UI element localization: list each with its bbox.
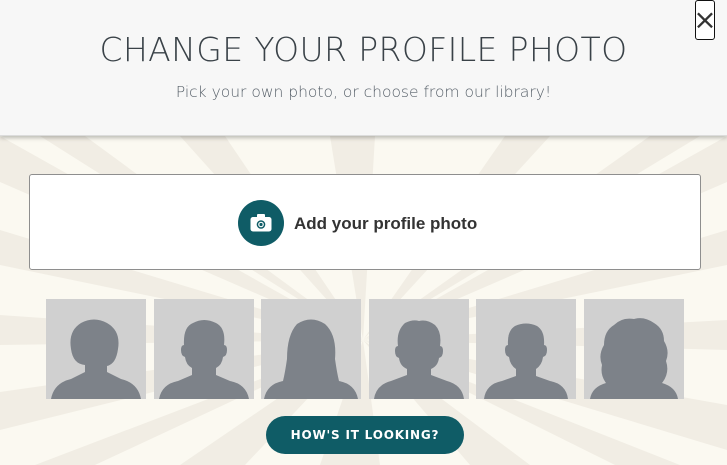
page-title: CHANGE YOUR PROFILE PHOTO: [99, 30, 628, 69]
library-avatar-3[interactable]: [261, 299, 361, 399]
male-avatar-icon: [158, 320, 249, 399]
library-avatar-2[interactable]: [153, 299, 254, 399]
male-avatar-icon: [484, 323, 568, 399]
library-avatar-6[interactable]: [583, 299, 684, 399]
add-profile-photo-label: Add your profile photo: [294, 214, 478, 233]
library-avatar-5[interactable]: [476, 299, 576, 399]
female-curly-hair-avatar-icon: [589, 318, 678, 399]
camera-icon: [250, 214, 272, 232]
female-long-hair-avatar-icon: [264, 319, 358, 399]
modal-header: CHANGE YOUR PROFILE PHOTO Pick your own …: [0, 0, 727, 136]
add-profile-photo-button[interactable]: Add your profile photo: [29, 174, 701, 270]
avatar-library: [46, 299, 684, 399]
close-button[interactable]: ×: [693, 0, 717, 40]
library-avatar-1[interactable]: [46, 299, 146, 399]
hows-it-looking-button[interactable]: HOW'S IT LOOKING?: [266, 416, 464, 454]
camera-icon-badge: [238, 200, 284, 246]
library-avatar-4[interactable]: [368, 299, 469, 399]
male-avatar-icon: [373, 320, 464, 399]
page-subtitle: Pick your own photo, or choose from our …: [175, 83, 552, 101]
female-avatar-icon: [51, 319, 141, 399]
